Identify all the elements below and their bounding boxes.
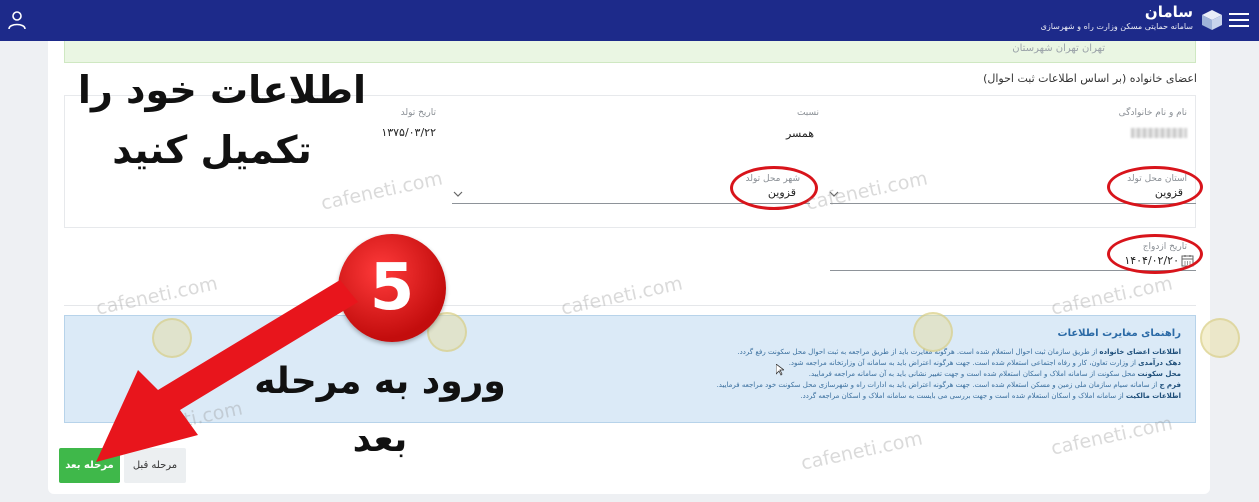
guide-line-bold: دهک درآمدی <box>1138 359 1181 367</box>
chevron-down-icon[interactable] <box>453 190 463 198</box>
cube-logo-icon <box>1202 10 1222 30</box>
birthdate-label: تاریخ تولد <box>400 108 436 118</box>
guide-line-text: از طریق سازمان ثبت احوال استعلام شده است… <box>737 348 1100 356</box>
brand-title: سامان <box>1144 3 1193 21</box>
guide-line-text: محل سکونت از سامانه املاک و اسکان استعلا… <box>808 370 1138 378</box>
hamburger-menu-icon[interactable] <box>1229 9 1249 29</box>
guide-line-bold: اطلاعات مالکیت <box>1125 392 1181 400</box>
highlight-ellipse-city <box>730 166 818 210</box>
family-section-title: اعضای خانواده (بر اساس اطلاعات ثبت احوال… <box>983 72 1197 85</box>
top-header: سامان سامانه حمایتی مسکن وزارت راه و شهر… <box>0 0 1259 41</box>
guide-line-bold: فرم ج <box>1159 381 1181 389</box>
enter-next-line-2: بعد <box>352 419 408 460</box>
guide-line-bold: اطلاعات اعضای خانواده <box>1099 348 1181 356</box>
birthdate-value: ۱۳۷۵/۰۳/۲۲ <box>381 126 436 139</box>
relation-value: همسر <box>785 127 815 140</box>
enter-next-line-1: ورود به مرحله <box>254 361 506 402</box>
user-icon[interactable] <box>8 10 26 30</box>
watermark-logo <box>913 312 953 352</box>
mouse-cursor-icon <box>776 364 784 376</box>
address-summary: تهران تهران شهرستان <box>64 41 1196 63</box>
relation-label: نسبت <box>796 108 820 118</box>
highlight-ellipse-province <box>1107 166 1203 208</box>
guide-line-text: از سامانه املاک و اسکان استعلام شده است … <box>800 392 1126 400</box>
instruction-line-1: اطلاعات خود را <box>77 68 367 112</box>
brand-subtitle: سامانه حمایتی مسکن وزارت راه و شهرسازی <box>1040 22 1193 31</box>
instruction-line-2: تکمیل کنید <box>112 128 312 172</box>
guide-line-bold: محل سکونت <box>1137 370 1181 378</box>
guide-line-text: از سامانه سیام سازمان ملی زمین و مسکن اس… <box>716 381 1160 389</box>
highlight-ellipse-marriage <box>1107 234 1203 274</box>
name-label: نام و نام خانوادگی <box>1118 108 1187 118</box>
brand: سامان سامانه حمایتی مسکن وزارت راه و شهر… <box>1041 3 1193 33</box>
guide-line-text: از وزارت تعاون، کار و رفاه اجتماعی استعل… <box>788 359 1139 367</box>
name-value-blurred <box>1131 128 1187 138</box>
address-summary-text: تهران تهران شهرستان <box>1012 43 1105 54</box>
watermark-logo <box>1200 318 1240 358</box>
